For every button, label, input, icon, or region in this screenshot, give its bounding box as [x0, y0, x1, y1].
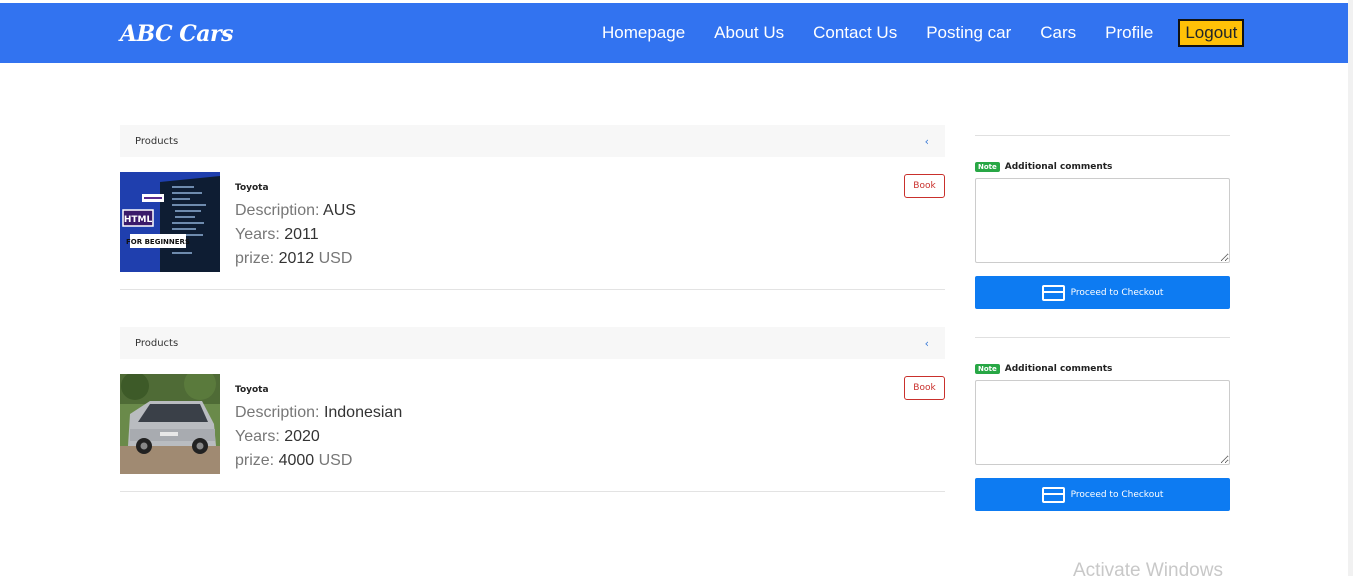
nav-menu: Homepage About Us Contact Us Posting car… [573, 3, 1245, 63]
nav-profile[interactable]: Profile [1105, 23, 1153, 43]
comment-label-text: Additional comments [1004, 162, 1113, 172]
product-card: Products ‹ HTML FOR BEGINNERS Toyota Des… [120, 125, 945, 290]
note-badge: Note [975, 364, 1000, 374]
product-header-label: Products [135, 135, 179, 147]
description-label: Description: [235, 202, 320, 219]
product-maker: Toyota [235, 385, 269, 395]
years-label: Years: [235, 226, 280, 243]
years-value: 2011 [284, 226, 319, 243]
product-prize: prize: 2012 USD [235, 247, 356, 271]
activate-windows-watermark: Activate Windows [1073, 560, 1223, 576]
comments-textarea[interactable] [975, 380, 1230, 465]
product-card-body: Toyota Description: Indonesian Years: 20… [120, 359, 945, 492]
product-image: HTML FOR BEGINNERS [120, 172, 220, 272]
nav-contact-us[interactable]: Contact Us [813, 23, 897, 43]
comment-label-text: Additional comments [1004, 364, 1113, 374]
product-years: Years: 2020 [235, 425, 402, 449]
proceed-to-checkout-button[interactable]: Proceed to Checkout [975, 478, 1230, 511]
prize-label: prize: [235, 250, 275, 267]
comment-label: Note Additional comments [975, 364, 1230, 374]
checkout-panel: Note Additional comments Proceed to Chec… [975, 337, 1230, 511]
divider [975, 337, 1230, 338]
checkout-button-label: Proceed to Checkout [1070, 489, 1164, 500]
credit-card-icon [1041, 284, 1065, 301]
years-value: 2020 [284, 428, 320, 445]
description-value: AUS [323, 202, 356, 219]
product-info: Toyota Description: Indonesian Years: 20… [235, 385, 402, 473]
chevron-left-icon[interactable]: ‹ [925, 135, 929, 148]
product-prize: prize: 4000 USD [235, 449, 402, 473]
checkout-button-label: Proceed to Checkout [1070, 287, 1164, 298]
page-scrollbar[interactable] [1348, 0, 1353, 576]
checkout-panel: Note Additional comments Proceed to Chec… [975, 135, 1230, 309]
description-label: Description: [235, 404, 320, 421]
product-description: Description: AUS [235, 199, 356, 223]
prize-value: 4000 [278, 452, 315, 469]
navbar: ABC Cars Homepage About Us Contact Us Po… [0, 3, 1348, 63]
currency-label: USD [318, 452, 353, 469]
nav-posting-car[interactable]: Posting car [926, 23, 1011, 43]
comment-label: Note Additional comments [975, 162, 1230, 172]
note-badge: Note [975, 162, 1000, 172]
prize-label: prize: [235, 452, 275, 469]
currency-label: USD [318, 250, 353, 267]
product-header-label: Products [135, 337, 179, 349]
years-label: Years: [235, 428, 280, 445]
book-button[interactable]: Book [904, 174, 945, 198]
logout-button[interactable]: Logout [1178, 19, 1245, 47]
svg-text:FOR BEGINNERS: FOR BEGINNERS [126, 238, 190, 246]
comments-textarea[interactable] [975, 178, 1230, 263]
divider [975, 135, 1230, 136]
product-years: Years: 2011 [235, 223, 356, 247]
brand-logo[interactable]: ABC Cars [120, 21, 233, 47]
product-card: Products ‹ Toyota Description: Indonesia… [120, 327, 945, 492]
book-button[interactable]: Book [904, 376, 945, 400]
chevron-left-icon[interactable]: ‹ [925, 337, 929, 350]
svg-text:HTML: HTML [124, 215, 153, 225]
product-description: Description: Indonesian [235, 401, 402, 425]
product-card-header: Products ‹ [120, 327, 945, 359]
credit-card-icon [1041, 486, 1065, 503]
prize-value: 2012 [278, 250, 315, 267]
proceed-to-checkout-button[interactable]: Proceed to Checkout [975, 276, 1230, 309]
nav-about-us[interactable]: About Us [714, 23, 784, 43]
product-maker: Toyota [235, 183, 269, 193]
product-info: Toyota Description: AUS Years: 2011 priz… [235, 183, 356, 271]
nav-homepage[interactable]: Homepage [602, 23, 685, 43]
product-image [120, 374, 220, 474]
description-value: Indonesian [323, 404, 403, 421]
product-card-header: Products ‹ [120, 125, 945, 157]
nav-cars[interactable]: Cars [1040, 23, 1076, 43]
product-card-body: HTML FOR BEGINNERS Toyota Description: A… [120, 157, 945, 290]
